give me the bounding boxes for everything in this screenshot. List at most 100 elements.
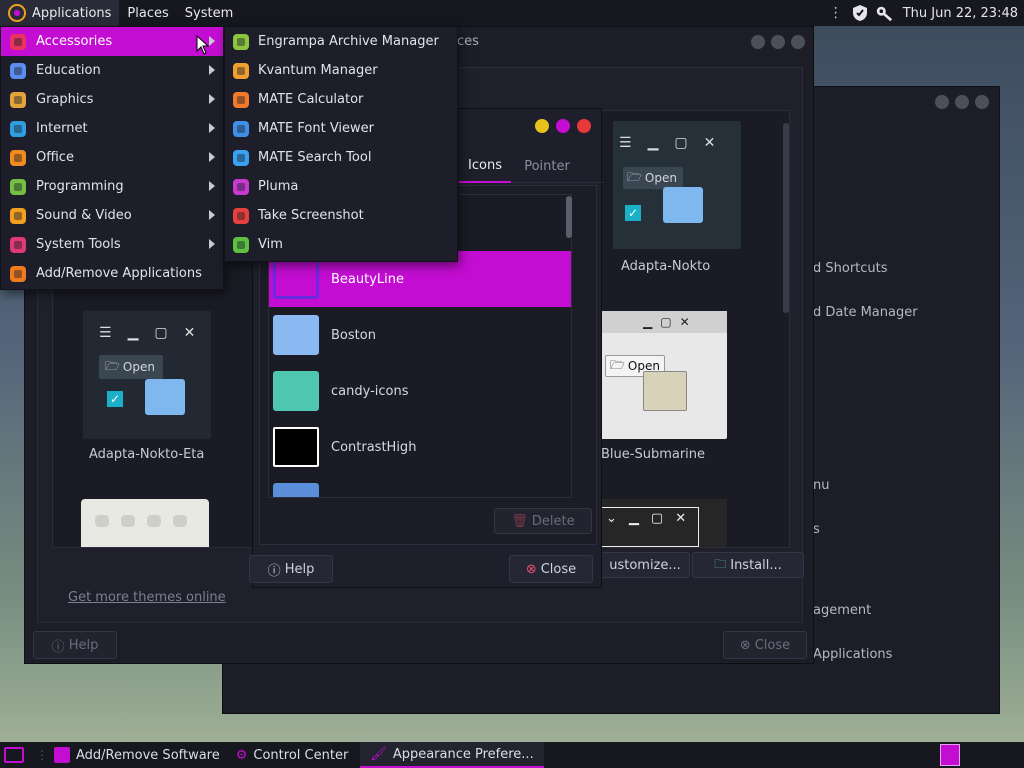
install-button[interactable]: 🗀 Install... — [692, 552, 804, 578]
close-button[interactable] — [791, 35, 805, 49]
taskbar-item-appearance-preferences[interactable]: 🖌 Appearance Prefere... — [360, 742, 544, 768]
open-button-preview: 🗁 Open — [99, 355, 163, 379]
minimize-icon: ▁ — [127, 325, 139, 341]
screenshot-icon — [230, 205, 252, 227]
menu-icon: ☰ — [99, 325, 112, 341]
theme-thumbnail[interactable] — [81, 499, 209, 547]
calculator-icon — [230, 89, 252, 111]
icon-theme-name: candy-icons — [331, 383, 409, 399]
menu-item-office[interactable]: Office — [1, 143, 223, 172]
tab-icons[interactable]: Icons — [459, 149, 511, 183]
menu-item-sound-video[interactable]: Sound & Video — [1, 201, 223, 230]
folder-icon — [643, 371, 687, 411]
customize-button[interactable]: ustomize... — [600, 552, 690, 578]
taskbar-item-control-center[interactable]: ⚙ Control Center — [228, 742, 357, 768]
minimize-button[interactable] — [535, 119, 549, 133]
close-button[interactable]: ⊗ Close — [509, 555, 593, 583]
menu-dots-icon[interactable]: ⋮ — [827, 4, 845, 22]
submenu-item-mate-search-tool[interactable]: MATE Search Tool — [225, 143, 457, 172]
maximize-button[interactable] — [955, 95, 969, 109]
programming-icon — [7, 176, 29, 198]
menu-item-system-tools[interactable]: System Tools — [1, 230, 223, 259]
control-center-item[interactable]: s — [813, 508, 918, 552]
keys-icon[interactable] — [875, 4, 893, 22]
folder-icon — [663, 187, 703, 223]
submenu-item-label: MATE Calculator — [258, 92, 364, 107]
get-more-themes-link[interactable]: Get more themes online — [68, 590, 226, 605]
menu-item-accessories[interactable]: Accessories — [1, 27, 223, 56]
icon-list-scrollbar[interactable] — [566, 196, 572, 238]
system-tools-icon — [7, 234, 29, 256]
theme-thumbnail[interactable]: ☰ ▁ ▢ ✕ 🗁 Open ✓ — [613, 121, 741, 249]
menu-item-programming[interactable]: Programming — [1, 172, 223, 201]
menu-icon: ☰ — [619, 135, 632, 151]
font-viewer-icon — [230, 118, 252, 140]
minimize-button[interactable] — [751, 35, 765, 49]
minimize-icon: ▁ — [643, 315, 653, 329]
help-button[interactable]: ⓘ Help — [33, 631, 117, 659]
control-center-item[interactable]: agement — [813, 589, 918, 633]
control-center-item[interactable]: nu — [813, 464, 918, 508]
submenu-item-take-screenshot[interactable]: Take Screenshot — [225, 201, 457, 230]
sound-video-icon — [7, 205, 29, 227]
office-icon — [7, 147, 29, 169]
help-button[interactable]: ⓘ Help — [249, 555, 333, 583]
taskbar-handle-icon: ⋮ — [36, 748, 48, 762]
close-icon: ✕ — [703, 135, 716, 151]
applications-menu-button[interactable]: Applications — [0, 0, 120, 26]
minimize-button[interactable] — [935, 95, 949, 109]
maximize-icon: ▢ — [674, 135, 688, 151]
taskbar-item-add-remove-software[interactable]: ⋮ Add/Remove Software — [28, 742, 228, 768]
theme-thumbnail[interactable]: ⌄ ▁ ▢ ✕ — [599, 499, 727, 547]
icon-theme-row[interactable]: ContrastHigh — [269, 419, 571, 475]
places-label: Places — [127, 5, 169, 21]
submenu-item-vim[interactable]: Vim — [225, 230, 457, 259]
places-menu-button[interactable]: Places — [119, 0, 176, 26]
maximize-icon: ▢ — [154, 325, 168, 341]
submenu-item-engrampa-archive-manager[interactable]: Engrampa Archive Manager — [225, 27, 457, 56]
submenu-arrow-icon — [209, 181, 215, 191]
theme-thumbnail[interactable]: ▁ ▢ ✕ 🗁 Open — [599, 311, 727, 439]
accessories-icon — [7, 31, 29, 53]
appearance-window-controls — [751, 35, 805, 49]
tab-pointer[interactable]: Pointer — [515, 149, 579, 183]
submenu-arrow-icon — [209, 123, 215, 133]
icon-theme-row[interactable]: ePapirus — [269, 475, 571, 497]
control-center-item[interactable]: d Shortcuts — [813, 247, 918, 291]
control-center-item[interactable]: d Date Manager — [813, 291, 918, 335]
shield-icon[interactable] — [851, 4, 869, 22]
menu-item-graphics[interactable]: Graphics — [1, 85, 223, 114]
menu-item-label: Accessories — [36, 34, 113, 49]
show-desktop-button[interactable] — [0, 742, 28, 768]
maximize-button[interactable] — [556, 119, 570, 133]
menu-item-add-remove-applications[interactable]: Add/Remove Applications — [1, 259, 223, 288]
close-button[interactable]: ⊗ Close — [723, 631, 807, 659]
menu-item-label: Graphics — [36, 92, 94, 107]
clock[interactable]: Thu Jun 22, 23:48 — [903, 6, 1018, 21]
icon-theme-name: BeautyLine — [331, 271, 405, 287]
icon-theme-row[interactable]: candy-icons — [269, 363, 571, 419]
icon-theme-row[interactable]: Boston — [269, 307, 571, 363]
theme-thumbnail[interactable]: ☰ ▁ ▢ ✕ 🗁 Open ✓ — [83, 311, 211, 439]
gear-icon: ⚙ — [235, 747, 248, 763]
menu-item-internet[interactable]: Internet — [1, 114, 223, 143]
control-center-window-controls — [935, 95, 989, 109]
maximize-button[interactable] — [771, 35, 785, 49]
submenu-item-pluma[interactable]: Pluma — [225, 172, 457, 201]
workspace-switcher[interactable] — [940, 744, 960, 766]
trash-icon: 🗑 — [511, 513, 528, 529]
menu-item-education[interactable]: Education — [1, 56, 223, 85]
close-button[interactable] — [975, 95, 989, 109]
system-menu-button[interactable]: System — [177, 0, 241, 26]
submenu-item-kvantum-manager[interactable]: Kvantum Manager — [225, 56, 457, 85]
submenu-item-mate-font-viewer[interactable]: MATE Font Viewer — [225, 114, 457, 143]
delete-button[interactable]: 🗑 Delete — [494, 508, 592, 534]
theme-grid-scrollbar[interactable] — [783, 123, 789, 313]
submenu-item-mate-calculator[interactable]: MATE Calculator — [225, 85, 457, 114]
close-button[interactable] — [577, 119, 591, 133]
archive-icon — [230, 31, 252, 53]
checkbox-preview: ✓ — [625, 205, 641, 221]
submenu-item-label: Pluma — [258, 179, 299, 194]
icon-theme-name: Boston — [331, 327, 376, 343]
control-center-item[interactable]: Applications — [813, 633, 918, 677]
